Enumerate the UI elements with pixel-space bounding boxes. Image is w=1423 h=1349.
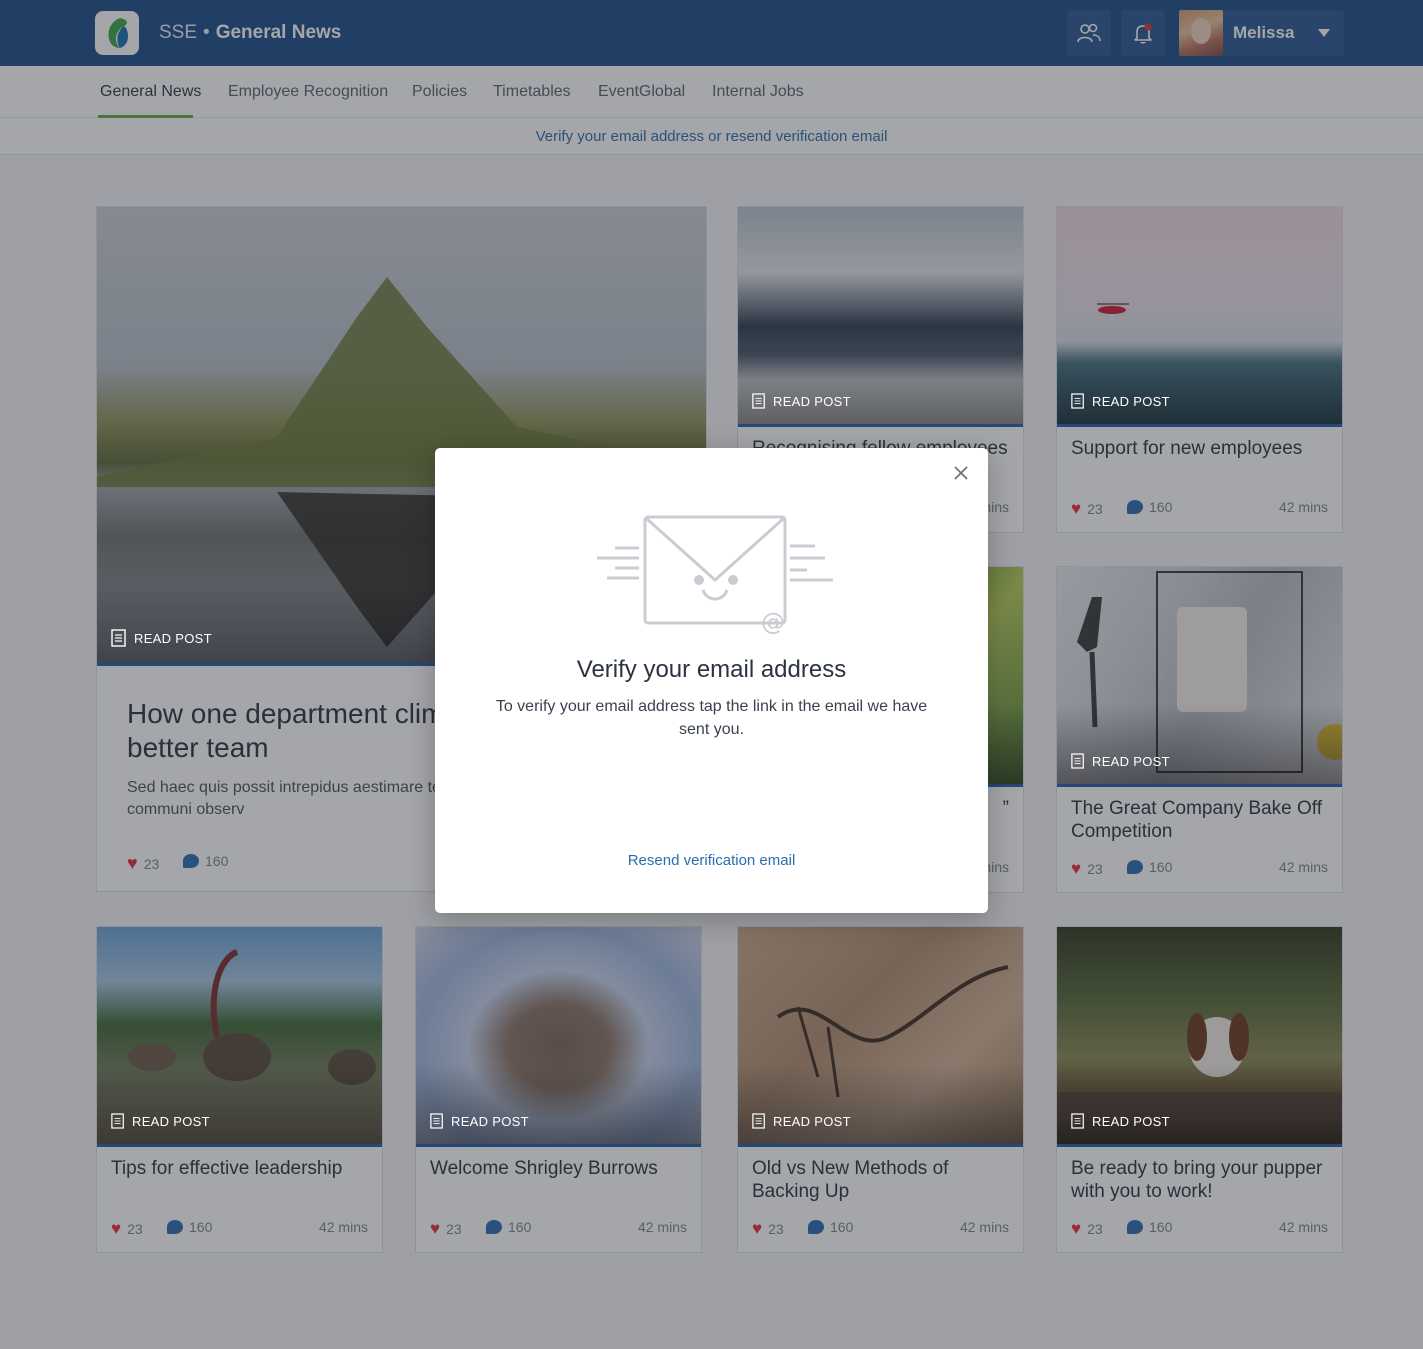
document-icon	[430, 1113, 443, 1129]
read-post-label[interactable]: READ POST	[430, 1113, 529, 1129]
document-icon	[752, 1113, 765, 1129]
read-post-text: READ POST	[134, 630, 212, 646]
read-post-label[interactable]: READ POST	[1071, 753, 1170, 769]
document-icon	[111, 629, 126, 647]
resend-verification-link[interactable]: Resend verification email	[435, 852, 988, 869]
verify-email-dialog: @ Verify your email address To verify yo…	[435, 448, 988, 913]
read-post-label[interactable]: READ POST	[1071, 1113, 1170, 1129]
dialog-body: To verify your email address tap the lin…	[495, 698, 928, 738]
document-icon	[1071, 1113, 1084, 1129]
read-post-label[interactable]: READ POST	[111, 629, 212, 647]
read-post-label[interactable]: READ POST	[1071, 393, 1170, 409]
close-icon[interactable]	[952, 464, 970, 482]
document-icon	[1071, 393, 1084, 409]
document-icon	[111, 1113, 124, 1129]
envelope-icon: @	[597, 515, 833, 634]
read-post-label[interactable]: READ POST	[111, 1113, 210, 1129]
dialog-title: Verify your email address	[576, 656, 847, 683]
read-post-label[interactable]: READ POST	[752, 1113, 851, 1129]
read-post-label[interactable]: READ POST	[752, 393, 851, 409]
at-symbol: @	[761, 608, 785, 634]
document-icon	[1071, 753, 1084, 769]
document-icon	[752, 393, 765, 409]
